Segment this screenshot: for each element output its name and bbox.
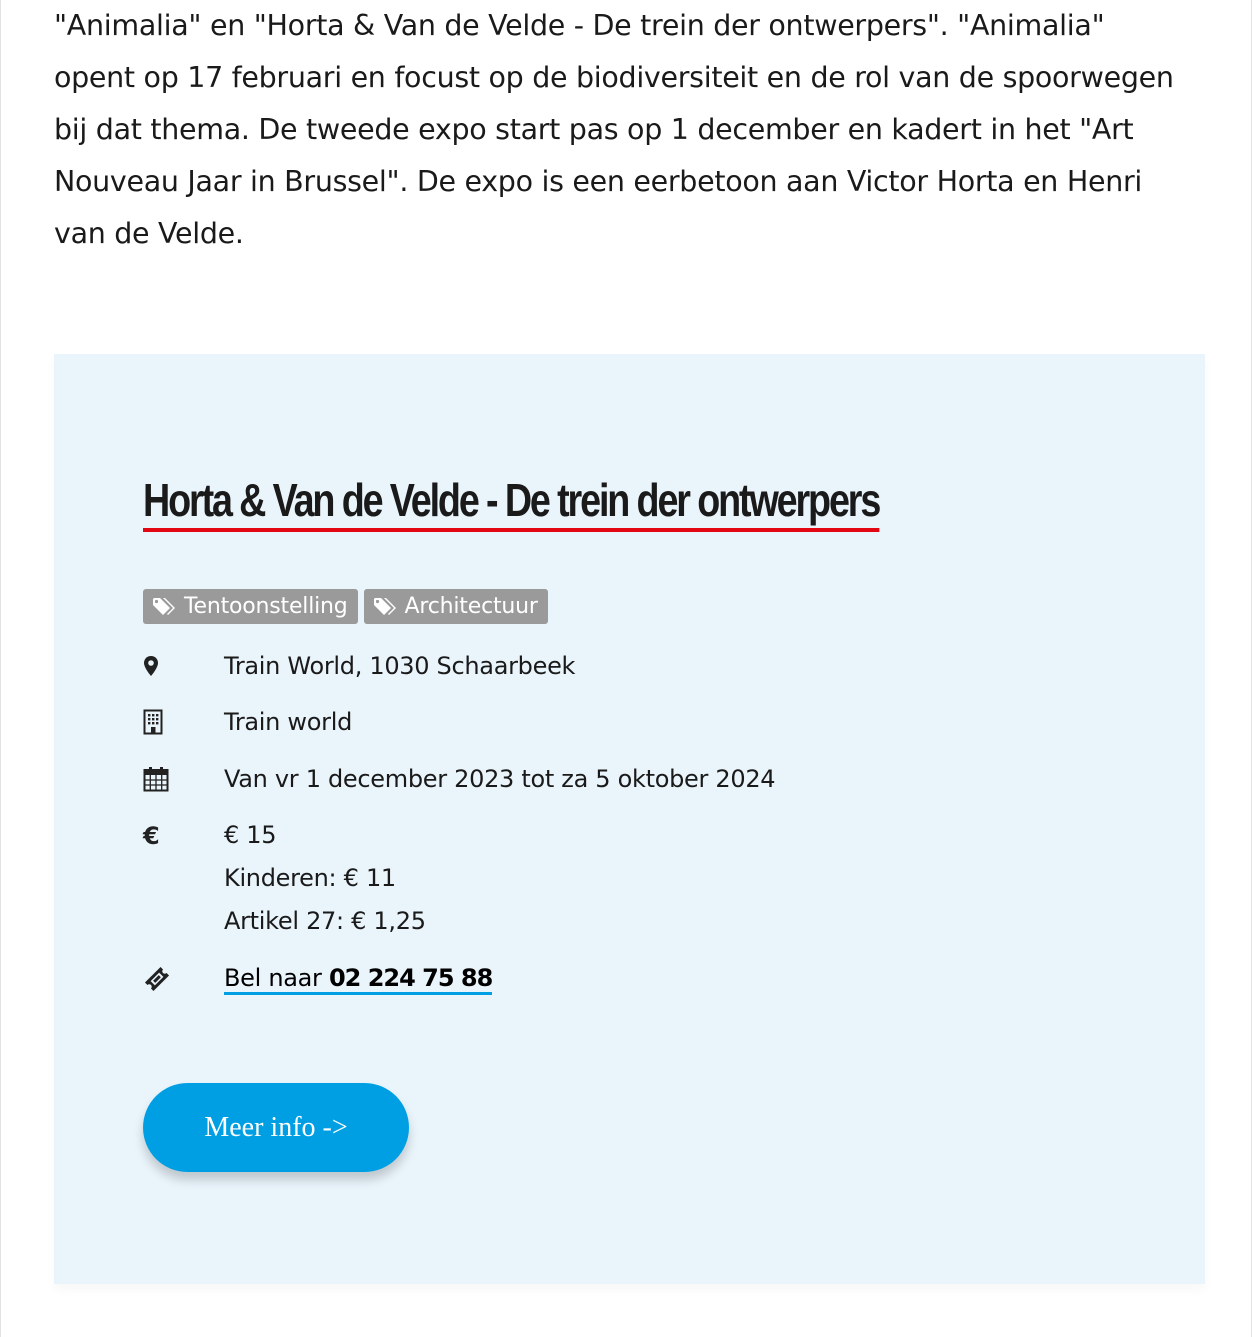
price-line: Kinderen: € 11 [224, 864, 396, 892]
intro-line: "Animalia" en "Horta & Van de Velde - De… [54, 9, 1105, 42]
phone-prefix: Bel naar [224, 964, 329, 992]
tag-icon [152, 597, 178, 617]
event-location: Train World, 1030 Schaarbeek [143, 651, 575, 681]
euro-icon: € [143, 822, 160, 850]
event-venue: Train world [143, 707, 352, 737]
intro-line: opent op 17 februari en focust op de bio… [54, 61, 1174, 94]
event-price: € € 15 Kinderen: € 11 Artikel 27: € 1,25 [143, 821, 426, 943]
price-line: € 15 [224, 821, 277, 849]
page: "Animalia" en "Horta & Van de Velde - De… [0, 0, 1252, 1337]
event-card: Horta & Van de Velde - De trein der ontw… [54, 354, 1205, 1284]
more-info-button[interactable]: Meer info -> [143, 1083, 409, 1172]
article-intro: "Animalia" en "Horta & Van de Velde - De… [54, 0, 1204, 260]
intro-line: van de Velde. [54, 217, 244, 250]
tag-label: Tentoonstelling [184, 594, 348, 619]
event-dates: Van vr 1 december 2023 tot za 5 oktober … [143, 764, 776, 794]
event-tickets: Bel naar 02 224 75 88 [143, 964, 493, 995]
intro-line: Nouveau Jaar in Brussel". De expo is een… [54, 165, 1142, 198]
venue-text: Train world [224, 708, 352, 736]
map-marker-icon [143, 651, 224, 681]
event-tags: Tentoonstelling Architectuur [143, 589, 548, 624]
building-icon [143, 707, 224, 737]
tag-tentoonstelling[interactable]: Tentoonstelling [143, 589, 358, 624]
event-title-link[interactable]: Horta & Van de Velde - De trein der ontw… [143, 472, 881, 532]
intro-line: bij dat thema. De tweede expo start pas … [54, 113, 1134, 146]
phone-number: 02 224 75 88 [328, 964, 493, 992]
dates-text: Van vr 1 december 2023 tot za 5 oktober … [224, 765, 776, 793]
tag-architectuur[interactable]: Architectuur [363, 589, 548, 624]
ticket-icon [143, 964, 224, 994]
location-text: Train World, 1030 Schaarbeek [224, 652, 576, 680]
calendar-icon [143, 764, 224, 794]
price-line: Artikel 27: € 1,25 [224, 907, 426, 935]
phone-link[interactable]: Bel naar 02 224 75 88 [224, 964, 493, 995]
price-list: € 15 Kinderen: € 11 Artikel 27: € 1,25 [224, 814, 426, 943]
event-title: Horta & Van de Velde - De trein der ontw… [143, 472, 881, 532]
tag-icon [373, 597, 399, 617]
tag-label: Architectuur [404, 594, 538, 619]
